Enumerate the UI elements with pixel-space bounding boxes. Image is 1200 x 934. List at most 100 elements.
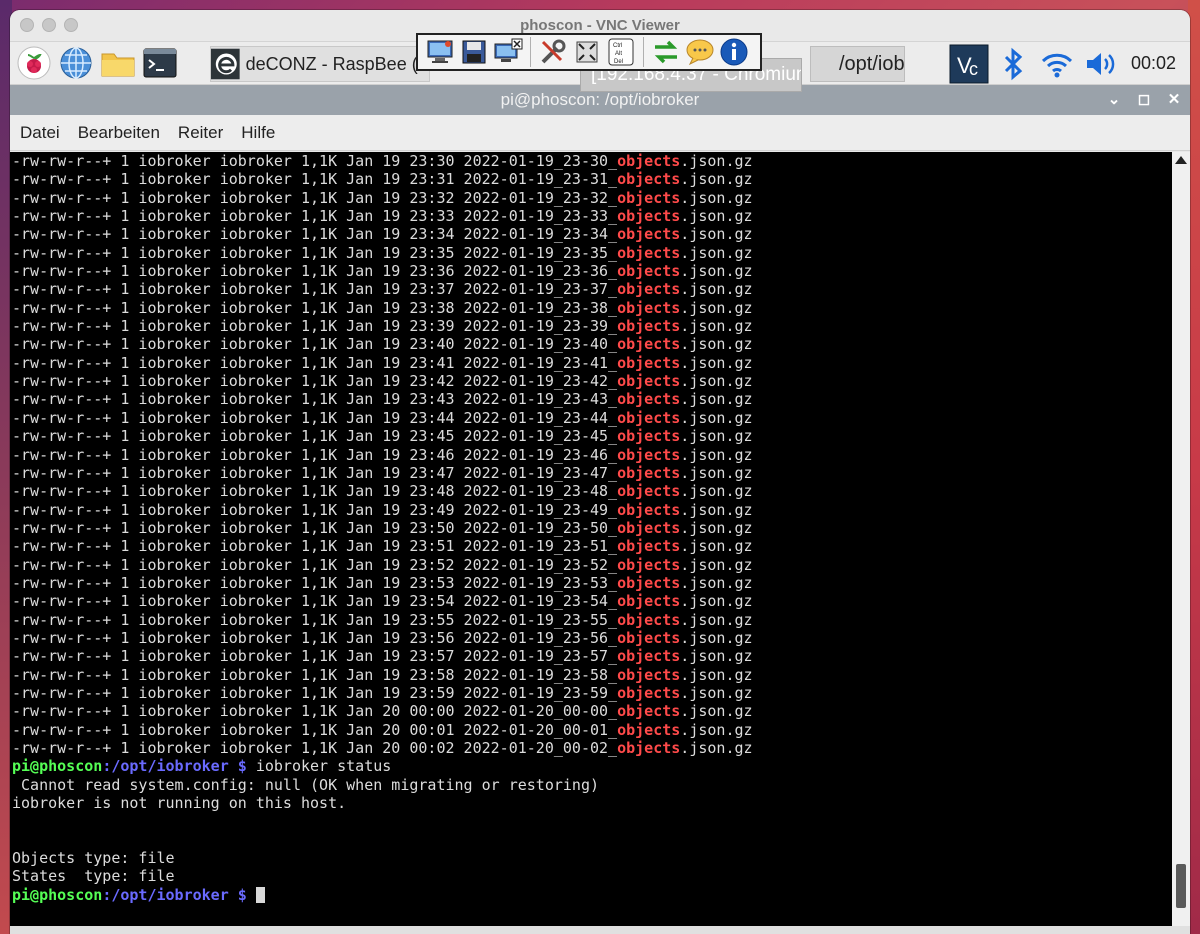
scroll-up-arrow-icon[interactable] bbox=[1175, 156, 1187, 164]
transfer-icon[interactable] bbox=[650, 36, 682, 68]
taskbar-terminal-button[interactable]: /opt/iob... bbox=[810, 46, 905, 82]
file-listing-row: -rw-rw-r--+ 1 iobroker iobroker 1,1K Jan… bbox=[12, 427, 1172, 445]
file-name-prefix: 2022-01-19_23-46_ bbox=[463, 445, 618, 464]
file-name-highlight: objects bbox=[617, 408, 681, 427]
file-name-highlight: objects bbox=[617, 500, 681, 519]
file-perms: -rw-rw-r--+ 1 iobroker iobroker 1,1K bbox=[12, 335, 347, 354]
fullscreen-icon[interactable] bbox=[571, 36, 603, 68]
output-line: Objects type: file bbox=[12, 849, 175, 868]
web-browser-icon[interactable] bbox=[58, 45, 94, 81]
file-name-suffix: .json.gz bbox=[680, 353, 753, 372]
file-name-highlight: objects bbox=[617, 298, 681, 317]
file-date: Jan 19 23:37 bbox=[346, 280, 464, 299]
file-name-prefix: 2022-01-19_23-59_ bbox=[463, 683, 618, 702]
options-icon[interactable] bbox=[537, 36, 569, 68]
chat-icon[interactable] bbox=[684, 36, 716, 68]
file-name-suffix: .json.gz bbox=[680, 152, 753, 170]
file-date: Jan 19 23:43 bbox=[346, 390, 464, 409]
file-name-highlight: objects bbox=[617, 170, 681, 189]
file-name-highlight: objects bbox=[617, 592, 681, 611]
terminal-launcher-icon[interactable] bbox=[142, 45, 178, 81]
monitor-icon[interactable] bbox=[424, 36, 456, 68]
file-name-prefix: 2022-01-19_23-55_ bbox=[463, 610, 618, 629]
file-date: Jan 20 00:01 bbox=[346, 720, 464, 739]
volume-icon[interactable] bbox=[1081, 44, 1121, 84]
file-date: Jan 19 23:38 bbox=[346, 298, 464, 317]
file-perms: -rw-rw-r--+ 1 iobroker iobroker 1,1K bbox=[12, 152, 347, 170]
file-date: Jan 19 23:45 bbox=[346, 427, 464, 446]
file-name-suffix: .json.gz bbox=[680, 518, 753, 537]
file-name-suffix: .json.gz bbox=[680, 408, 753, 427]
file-date: Jan 19 23:57 bbox=[346, 647, 464, 666]
taskbar-deconz-label: deCONZ - RaspBee (/... bbox=[245, 53, 429, 74]
file-listing-row: -rw-rw-r--+ 1 iobroker iobroker 1,1K Jan… bbox=[12, 409, 1172, 427]
file-name-prefix: 2022-01-19_23-43_ bbox=[463, 390, 618, 409]
file-name-highlight: objects bbox=[617, 152, 681, 170]
file-date: Jan 19 23:55 bbox=[346, 610, 464, 629]
file-date: Jan 19 23:48 bbox=[346, 482, 464, 501]
file-name-prefix: 2022-01-19_23-32_ bbox=[463, 188, 618, 207]
file-perms: -rw-rw-r--+ 1 iobroker iobroker 1,1K bbox=[12, 647, 347, 666]
file-date: Jan 19 23:44 bbox=[346, 408, 464, 427]
wifi-icon[interactable] bbox=[1037, 44, 1077, 84]
terminal-cursor[interactable] bbox=[255, 887, 265, 904]
file-perms: -rw-rw-r--+ 1 iobroker iobroker 1,1K bbox=[12, 592, 347, 611]
file-perms: -rw-rw-r--+ 1 iobroker iobroker 1,1K bbox=[12, 225, 347, 244]
ctrl-alt-del-icon[interactable]: Ctrl Alt Del bbox=[605, 36, 637, 68]
file-name-highlight: objects bbox=[617, 665, 681, 684]
file-date: Jan 19 23:47 bbox=[346, 463, 464, 482]
file-perms: -rw-rw-r--+ 1 iobroker iobroker 1,1K bbox=[12, 372, 347, 391]
file-name-prefix: 2022-01-20_00-02_ bbox=[463, 739, 618, 757]
file-date: Jan 19 23:30 bbox=[346, 152, 464, 170]
file-name-prefix: 2022-01-19_23-41_ bbox=[463, 353, 618, 372]
terminal-scrollbar[interactable] bbox=[1172, 152, 1190, 926]
terminal-output[interactable]: -rw-rw-r--+ 1 iobroker iobroker 1,1K Jan… bbox=[10, 152, 1172, 926]
close-connection-icon[interactable] bbox=[492, 36, 524, 68]
file-manager-icon[interactable] bbox=[100, 45, 136, 81]
file-name-highlight: objects bbox=[617, 188, 681, 207]
menu-hilfe[interactable]: Hilfe bbox=[241, 123, 275, 143]
file-name-highlight: objects bbox=[617, 573, 681, 592]
scrollbar-thumb[interactable] bbox=[1176, 864, 1186, 908]
file-name-suffix: .json.gz bbox=[680, 335, 753, 354]
file-date: Jan 19 23:49 bbox=[346, 500, 464, 519]
file-perms: -rw-rw-r--+ 1 iobroker iobroker 1,1K bbox=[12, 353, 347, 372]
terminal-menubar: Datei Bearbeiten Reiter Hilfe bbox=[10, 115, 1190, 151]
maximize-icon[interactable]: ◻ bbox=[1136, 89, 1152, 109]
minimize-chevron-icon[interactable]: ⌄ bbox=[1106, 89, 1122, 109]
file-name-highlight: objects bbox=[617, 427, 681, 446]
file-name-highlight: objects bbox=[617, 207, 681, 226]
menu-reiter[interactable]: Reiter bbox=[178, 123, 223, 143]
file-name-suffix: .json.gz bbox=[680, 225, 753, 244]
file-listing-row: -rw-rw-r--+ 1 iobroker iobroker 1,1K Jan… bbox=[12, 721, 1172, 739]
file-listing-row: -rw-rw-r--+ 1 iobroker iobroker 1,1K Jan… bbox=[12, 189, 1172, 207]
file-name-prefix: 2022-01-20_00-01_ bbox=[463, 720, 618, 739]
info-icon[interactable] bbox=[718, 36, 750, 68]
file-name-prefix: 2022-01-19_23-56_ bbox=[463, 628, 618, 647]
file-listing-row: -rw-rw-r--+ 1 iobroker iobroker 1,1K Jan… bbox=[12, 244, 1172, 262]
file-name-prefix: 2022-01-19_23-45_ bbox=[463, 427, 618, 446]
file-name-highlight: objects bbox=[617, 720, 681, 739]
file-listing-row: -rw-rw-r--+ 1 iobroker iobroker 1,1K Jan… bbox=[12, 684, 1172, 702]
vnc-server-icon[interactable]: Vc bbox=[949, 44, 989, 84]
file-name-prefix: 2022-01-20_00-00_ bbox=[463, 702, 618, 721]
bluetooth-icon[interactable] bbox=[993, 44, 1033, 84]
file-date: Jan 19 23:59 bbox=[346, 683, 464, 702]
file-date: Jan 19 23:39 bbox=[346, 317, 464, 336]
file-name-prefix: 2022-01-19_23-37_ bbox=[463, 280, 618, 299]
clock[interactable]: 00:02 bbox=[1131, 53, 1176, 74]
taskbar-deconz-button[interactable]: deCONZ - RaspBee (/... bbox=[210, 46, 430, 82]
file-name-suffix: .json.gz bbox=[680, 482, 753, 501]
file-name-prefix: 2022-01-19_23-51_ bbox=[463, 537, 618, 556]
menu-bearbeiten[interactable]: Bearbeiten bbox=[78, 123, 160, 143]
file-name-suffix: .json.gz bbox=[680, 390, 753, 409]
file-date: Jan 19 23:40 bbox=[346, 335, 464, 354]
menu-datei[interactable]: Datei bbox=[20, 123, 60, 143]
raspberry-menu-icon[interactable] bbox=[16, 45, 52, 81]
file-name-highlight: objects bbox=[617, 482, 681, 501]
file-name-highlight: objects bbox=[617, 445, 681, 464]
file-perms: -rw-rw-r--+ 1 iobroker iobroker 1,1K bbox=[12, 170, 347, 189]
file-listing-row: -rw-rw-r--+ 1 iobroker iobroker 1,1K Jan… bbox=[12, 501, 1172, 519]
save-icon[interactable] bbox=[458, 36, 490, 68]
close-icon[interactable]: ✕ bbox=[1166, 89, 1182, 109]
